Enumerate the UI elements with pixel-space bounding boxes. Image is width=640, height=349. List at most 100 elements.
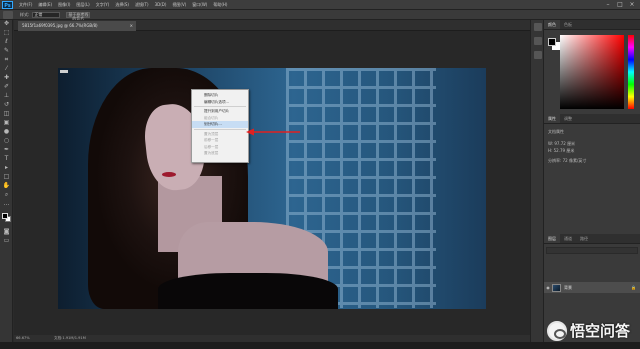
menu-item-divide-slice[interactable]: 划分切片... [192,121,248,128]
color-panel: 颜色 色板 [544,20,640,114]
menu-file[interactable]: 文件(F) [16,2,35,8]
color-picker-field[interactable] [560,35,624,109]
menu-view[interactable]: 视图(V) [169,2,189,8]
menu-item-send-to-back: 置为底层 [204,151,219,155]
layers-panel-tabs: 图层 通道 路径 [544,234,640,244]
slice-number-badge [60,70,68,73]
slices-from-guides-button[interactable]: 基于参考线的切片 [66,11,91,20]
menu-bar: Ps 文件(F) 编辑(E) 图像(I) 图层(L) 文字(Y) 选择(S) 滤… [0,0,640,9]
doc-resolution: 分辨率: 72 像素/英寸 [548,158,587,163]
photo-dress [158,273,338,309]
red-arrow-annotation [246,128,300,136]
blur-tool-icon[interactable]: ● [2,128,11,136]
doc-height: H: 52.79 厘米 [548,148,575,153]
menu-layer[interactable]: 图层(L) [73,2,92,8]
panel-dock-strip [530,20,544,342]
canvas-image[interactable] [58,68,486,309]
color-swatches[interactable] [0,212,13,228]
menu-window[interactable]: 窗口(W) [189,2,210,8]
tab-color[interactable]: 颜色 [544,20,560,29]
layer-filter-bar[interactable] [546,247,638,254]
slice-select-tool-icon[interactable] [3,10,13,19]
taskbar [0,342,640,349]
hand-tool-icon[interactable]: ✋ [2,182,11,190]
menu-separator [194,128,246,130]
document-area: 5815f1a69f0395.jpg @ 66.7%(RGB/8) × 删除切片… [14,20,530,342]
eraser-tool-icon[interactable]: ◫ [2,110,11,118]
screen-mode-icon[interactable]: ▭ [2,237,11,245]
tab-paths[interactable]: 路径 [576,234,592,243]
pen-tool-icon[interactable]: ✒ [2,146,11,154]
brush-settings-icon[interactable] [534,37,542,45]
context-menu: 删除切片 编辑切片选项... 提升到用户切片 组合切片 划分切片... 置为顶层… [191,89,249,163]
maximize-icon[interactable]: □ [614,0,626,9]
style-select[interactable]: 正常 [32,11,61,18]
document-tab-bar: 5815f1a69f0395.jpg @ 66.7%(RGB/8) × [14,20,530,31]
path-select-tool-icon[interactable]: ▸ [2,164,11,172]
style-label: 样式: [20,11,30,17]
lasso-tool-icon[interactable]: ℓ [2,38,11,46]
menu-3d[interactable]: 3D(D) [152,2,170,7]
layer-name: 背景 [564,284,572,290]
move-tool-icon[interactable]: ✥ [2,20,11,28]
gradient-tool-icon[interactable]: ▣ [2,119,11,127]
more-tools-icon[interactable]: … [2,200,11,208]
document-tab[interactable]: 5815f1a69f0395.jpg @ 66.7%(RGB/8) × [18,21,136,31]
minimize-icon[interactable]: – [602,0,614,9]
menu-edit[interactable]: 编辑(E) [35,2,55,8]
crop-tool-icon[interactable]: ⌗ [2,56,11,64]
ps-logo: Ps [2,0,13,9]
close-icon[interactable]: × [626,0,638,9]
quick-mask-icon[interactable]: ◙ [2,228,11,236]
layer-thumbnail [552,283,561,292]
menu-select[interactable]: 选择(S) [112,2,132,8]
watermark: 悟空问答 [546,320,630,341]
tab-swatches[interactable]: 色板 [560,20,576,29]
tab-properties[interactable]: 属性 [544,114,560,123]
menu-type[interactable]: 文字(Y) [93,2,113,8]
photo-lips [162,172,176,177]
doc-properties-label: 文档属性 [548,129,564,134]
photoshop-window: Ps 文件(F) 编辑(E) 图像(I) 图层(L) 文字(Y) 选择(S) 滤… [0,0,640,349]
menu-item-edit-slice-options[interactable]: 编辑切片选项... [192,99,248,106]
menu-image[interactable]: 图像(I) [55,2,73,8]
healing-tool-icon[interactable]: ✚ [2,74,11,82]
color-panel-tabs: 颜色 色板 [544,20,640,30]
visibility-eye-icon[interactable]: ◉ [544,285,552,290]
tab-layers[interactable]: 图层 [544,234,560,243]
zoom-level[interactable]: 66.67% [16,335,30,342]
wukong-logo-icon [546,320,567,341]
panel-foreground-color[interactable] [548,38,556,46]
menu-help[interactable]: 帮助(H) [210,2,230,8]
tab-adjustments[interactable]: 调整 [560,114,576,123]
layer-row[interactable]: ◉ 背景 🔒 [544,282,640,293]
dodge-tool-icon[interactable]: ○ [2,137,11,145]
brush-tool-icon[interactable]: ✐ [2,83,11,91]
marquee-tool-icon[interactable]: ⬚ [2,29,11,37]
character-icon[interactable] [534,51,542,59]
menu-separator [194,106,246,107]
hue-slider[interactable] [628,35,634,109]
foreground-color[interactable] [2,213,8,219]
doc-width: W: 97.72 厘米 [548,141,576,146]
close-tab-icon[interactable]: × [130,21,133,31]
shape-tool-icon[interactable]: □ [2,173,11,181]
properties-panel-tabs: 属性 调整 [544,114,640,124]
window-controls: – □ × [602,0,638,9]
quick-select-tool-icon[interactable]: ✎ [2,47,11,55]
history-icon[interactable] [534,23,542,31]
type-tool-icon[interactable]: T [2,155,11,163]
document-tab-title: 5815f1a69f0395.jpg @ 66.7%(RGB/8) [22,23,98,28]
doc-size: 文档:1.91M/1.91M [54,336,86,340]
tab-channels[interactable]: 通道 [560,234,576,243]
zoom-tool-icon[interactable]: ⌕ [2,191,11,199]
canvas-pasteboard[interactable]: 删除切片 编辑切片选项... 提升到用户切片 组合切片 划分切片... 置为顶层… [14,31,530,335]
eyedropper-tool-icon[interactable]: ⁄ [2,65,11,73]
options-bar: 样式: 正常 基于参考线的切片 [0,9,640,20]
history-brush-tool-icon[interactable]: ↺ [2,101,11,109]
stamp-tool-icon[interactable]: ⊥ [2,92,11,100]
tools-panel: ✥ ⬚ ℓ ✎ ⌗ ⁄ ✚ ✐ ⊥ ↺ ◫ ▣ ● ○ ✒ T ▸ □ ✋ ⌕ … [0,20,13,342]
properties-panel: 属性 调整 文档属性 W: 97.72 厘米 H: 52.79 厘米 分辨率: … [544,114,640,234]
lock-icon: 🔒 [631,285,636,290]
menu-filter[interactable]: 滤镜(T) [132,2,152,8]
